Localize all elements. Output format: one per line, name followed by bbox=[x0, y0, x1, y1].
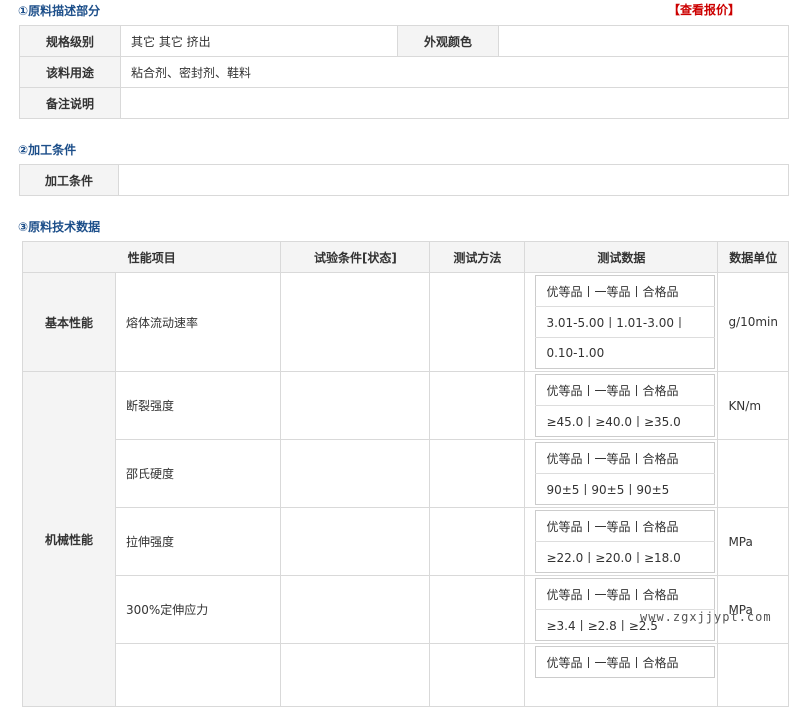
condition-cell bbox=[280, 507, 431, 576]
grade-header: 优等品丨一等品丨合格品 bbox=[535, 510, 715, 542]
use-value: 粘合剂、密封剂、鞋料 bbox=[120, 56, 789, 88]
spec-value: 其它 其它 挤出 bbox=[120, 25, 398, 57]
processing-value bbox=[118, 164, 789, 196]
group-basic: 基本性能 bbox=[22, 272, 116, 372]
section2-title: ②加工条件 bbox=[18, 143, 77, 157]
grade-values: ≥22.0丨≥20.0丨≥18.0 bbox=[546, 550, 681, 565]
condition-cell bbox=[280, 439, 431, 508]
grade-header: 优等品丨一等品丨合格品 bbox=[546, 655, 679, 670]
color-label: 外观颜色 bbox=[397, 25, 499, 57]
grade-values: 90±5丨90±5丨90±5 bbox=[546, 482, 670, 497]
method-cell bbox=[429, 272, 526, 372]
data-inner-table: 优等品丨一等品丨合格品 ≥22.0丨≥20.0丨≥18.0 bbox=[535, 510, 716, 573]
view-quote-link[interactable]: 【查看报价】 bbox=[668, 1, 740, 18]
header-data: 测试数据 bbox=[524, 241, 719, 273]
group-mechanical: 机械性能 bbox=[22, 371, 116, 707]
grade-values-cont: 0.10-1.00 bbox=[546, 346, 605, 360]
unit-cell: KN/m bbox=[717, 371, 789, 440]
data-cell: 优等品丨一等品丨合格品 90±5丨90±5丨90±5 bbox=[524, 439, 719, 508]
property-name: 拉伸强度 bbox=[114, 507, 282, 576]
header-item: 性能项目 bbox=[21, 241, 282, 273]
method-cell bbox=[429, 371, 526, 440]
section3-title: ③原料技术数据 bbox=[18, 220, 101, 234]
data-inner-table: 优等品丨一等品丨合格品 bbox=[535, 646, 716, 678]
property-name bbox=[114, 643, 282, 707]
grade-header: 优等品丨一等品丨合格品 bbox=[535, 374, 715, 406]
color-value bbox=[498, 25, 789, 57]
method-cell bbox=[429, 439, 526, 508]
header-method: 测试方法 bbox=[429, 241, 526, 273]
data-inner-table: 优等品丨一等品丨合格品 3.01-5.00丨1.01-3.00丨 0.10-1.… bbox=[535, 275, 716, 369]
condition-cell bbox=[280, 272, 431, 372]
spec-label: 规格级别 bbox=[19, 25, 121, 57]
property-name: 熔体流动速率 bbox=[114, 272, 282, 372]
header-unit: 数据单位 bbox=[717, 241, 789, 273]
property-name: 断裂强度 bbox=[114, 371, 282, 440]
technical-data-table: 性能项目 试验条件[状态] 测试方法 测试数据 数据单位 基本性能 熔体流动速率… bbox=[21, 241, 789, 707]
unit-cell: g/10min bbox=[717, 272, 789, 372]
condition-cell bbox=[280, 371, 431, 440]
unit-cell bbox=[717, 643, 789, 707]
section1-title: ①原料描述部分 bbox=[18, 4, 101, 18]
data-inner-table: 优等品丨一等品丨合格品 90±5丨90±5丨90±5 bbox=[535, 442, 716, 505]
grade-values: ≥45.0丨≥40.0丨≥35.0 bbox=[546, 414, 681, 429]
property-name: 邵氏硬度 bbox=[114, 439, 282, 508]
material-description-table: 规格级别 其它 其它 挤出 外观颜色 该料用途 粘合剂、密封剂、鞋料 备注说明 bbox=[19, 25, 789, 119]
grade-values: 3.01-5.00丨1.01-3.00丨 bbox=[535, 306, 715, 338]
processing-conditions-table: 加工条件 bbox=[19, 164, 789, 196]
note-label: 备注说明 bbox=[19, 87, 121, 119]
data-cell: 优等品丨一等品丨合格品 ≥45.0丨≥40.0丨≥35.0 bbox=[524, 371, 719, 440]
processing-label: 加工条件 bbox=[19, 164, 119, 196]
data-cell: 优等品丨一等品丨合格品 ≥22.0丨≥20.0丨≥18.0 bbox=[524, 507, 719, 576]
grade-header: 优等品丨一等品丨合格品 bbox=[535, 442, 715, 474]
grade-header: 优等品丨一等品丨合格品 bbox=[535, 578, 715, 610]
data-cell: 优等品丨一等品丨合格品 3.01-5.00丨1.01-3.00丨 0.10-1.… bbox=[524, 272, 719, 372]
site-watermark: www.zgxjjypt.com bbox=[640, 610, 772, 624]
note-value bbox=[120, 87, 789, 119]
property-name: 300%定伸应力 bbox=[114, 575, 282, 644]
data-inner-table: 优等品丨一等品丨合格品 ≥45.0丨≥40.0丨≥35.0 bbox=[535, 374, 716, 437]
method-cell bbox=[429, 643, 526, 707]
condition-cell bbox=[280, 575, 431, 644]
unit-cell: MPa bbox=[717, 507, 789, 576]
use-label: 该料用途 bbox=[19, 56, 121, 88]
grade-header: 优等品丨一等品丨合格品 bbox=[535, 275, 715, 307]
unit-cell bbox=[717, 439, 789, 508]
condition-cell bbox=[280, 643, 431, 707]
method-cell bbox=[429, 575, 526, 644]
method-cell bbox=[429, 507, 526, 576]
header-condition: 试验条件[状态] bbox=[280, 241, 431, 273]
data-cell: 优等品丨一等品丨合格品 bbox=[524, 643, 719, 707]
